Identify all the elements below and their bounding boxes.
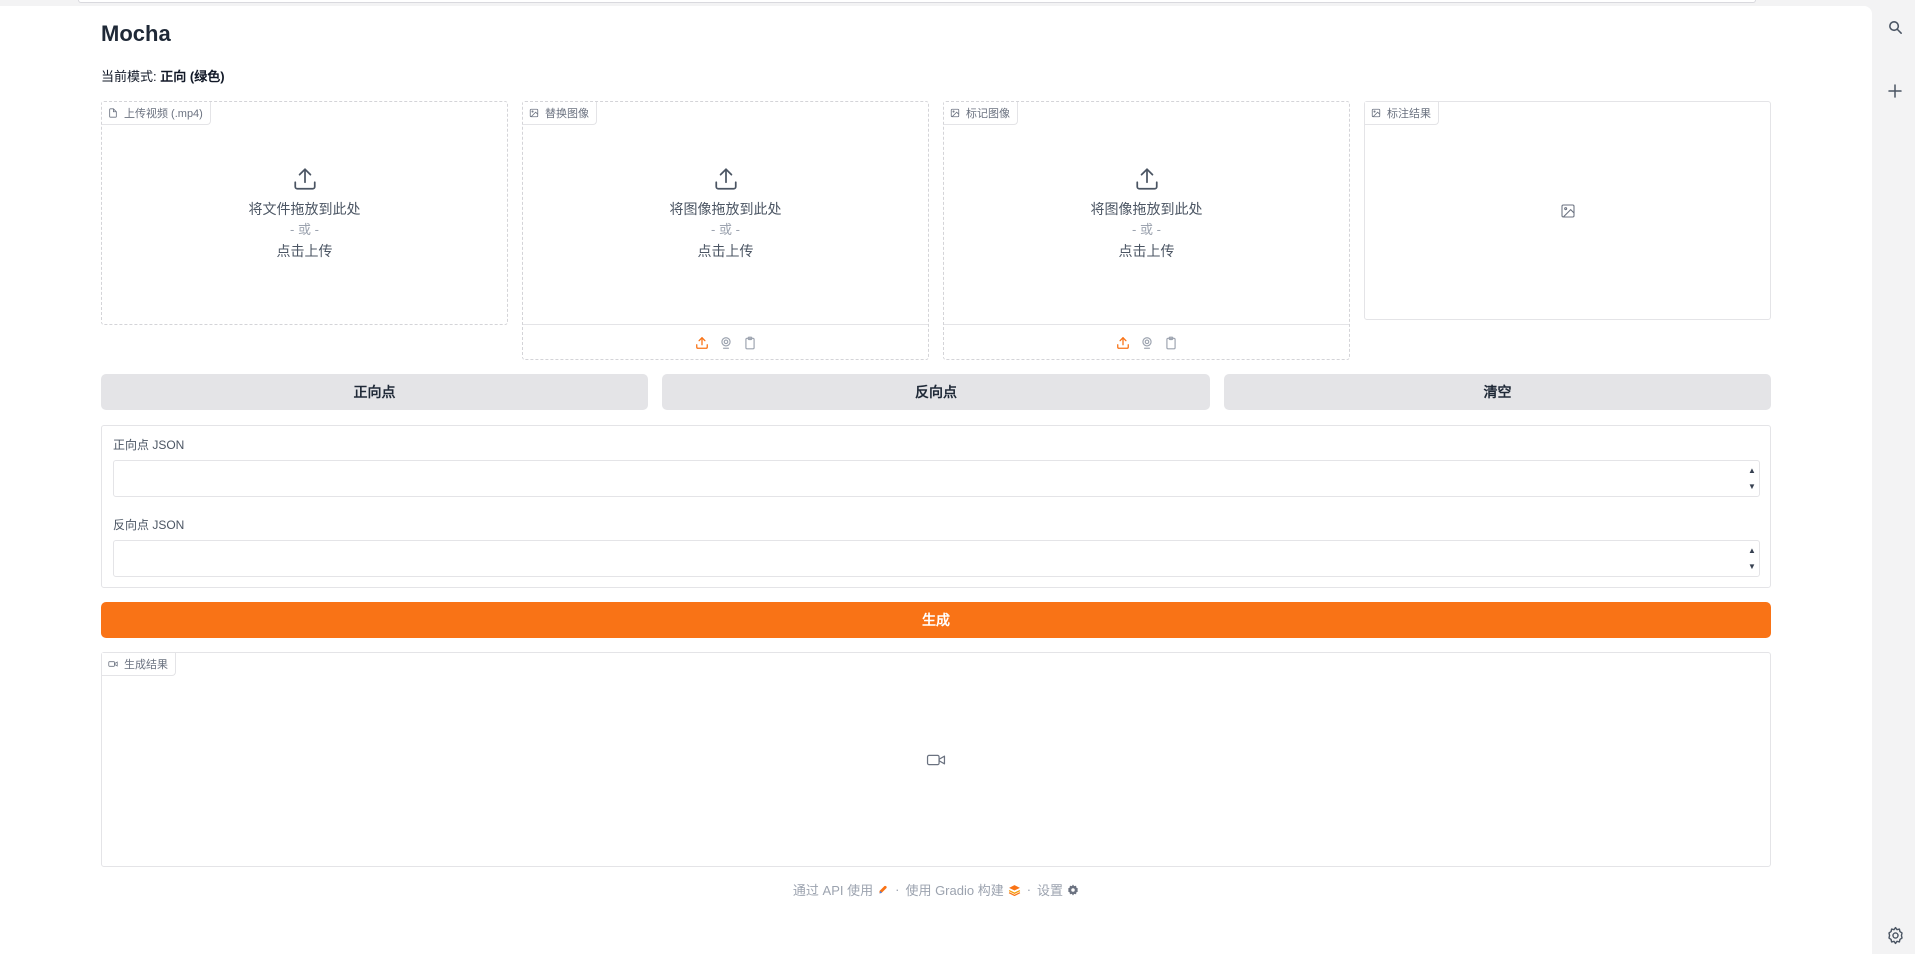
mark-image-label: 标记图像 — [944, 102, 1018, 125]
video-placeholder-icon — [926, 754, 946, 765]
image-source-toolbar — [944, 324, 1349, 360]
plus-icon[interactable] — [1884, 80, 1906, 102]
positive-point-button[interactable]: 正向点 — [101, 374, 648, 410]
settings-link[interactable]: 设置 — [1037, 880, 1079, 899]
mode-value: 正向 (绿色) — [160, 69, 225, 84]
video-upload-label: 上传视频 (.mp4) — [102, 102, 211, 125]
image-source-toolbar — [523, 324, 928, 360]
click-upload-text: 点击上传 — [276, 243, 333, 259]
or-text: - 或 - — [290, 222, 319, 237]
json-fields-panel: 正向点 JSON ▲ ▼ 反向点 JSON ▲ ▼ — [101, 425, 1771, 588]
upload-source-icon[interactable] — [694, 335, 710, 351]
or-text: - 或 - — [711, 222, 740, 237]
image-icon — [1371, 108, 1381, 118]
negative-json-spinner[interactable]: ▲ ▼ — [1747, 546, 1757, 572]
negative-json-label: 反向点 JSON — [113, 518, 185, 532]
replace-image-drop-zone[interactable]: 将图像拖放到此处 - 或 - 点击上传 — [523, 102, 928, 320]
video-icon — [108, 661, 118, 667]
mark-image-upload: 将图像拖放到此处 - 或 - 点击上传 标记图像 — [943, 101, 1350, 360]
webcam-icon[interactable] — [718, 335, 734, 351]
replace-image-label: 替换图像 — [523, 102, 597, 125]
clear-button[interactable]: 清空 — [1224, 374, 1771, 410]
rocket-icon — [879, 885, 887, 893]
annotation-result-label: 标注结果 — [1365, 102, 1439, 125]
upload-icon — [1135, 168, 1158, 190]
upload-icon — [293, 168, 316, 190]
output-video: 生成结果 — [101, 652, 1771, 867]
click-upload-text: 点击上传 — [1118, 243, 1175, 259]
replace-image-upload: 将图像拖放到此处 - 或 - 点击上传 替换图像 — [522, 101, 929, 360]
positive-json-input[interactable] — [113, 460, 1760, 497]
gradio-logo-icon — [1008, 884, 1020, 896]
app-container: Mocha 当前模式: 正向 (绿色) 将文件拖放到此处 - 或 - 点击上传 … — [0, 6, 1872, 954]
webcam-icon[interactable] — [1139, 335, 1155, 351]
search-icon[interactable] — [1884, 16, 1906, 38]
video-drop-zone[interactable]: 将文件拖放到此处 - 或 - 点击上传 — [102, 102, 507, 320]
image-icon — [950, 108, 960, 118]
positive-json-label: 正向点 JSON — [113, 438, 185, 452]
use-via-api-link[interactable]: 通过 API 使用 — [793, 880, 889, 899]
mode-prefix: 当前模式: — [101, 69, 157, 84]
click-upload-text: 点击上传 — [697, 243, 754, 259]
or-text: - 或 - — [1132, 222, 1161, 237]
drop-text: 将图像拖放到此处 — [669, 201, 782, 217]
gear-icon — [1067, 884, 1079, 895]
video-upload: 将文件拖放到此处 - 或 - 点击上传 上传视频 (.mp4) — [101, 101, 508, 325]
annotation-result: 标注结果 — [1364, 101, 1771, 320]
file-icon — [109, 108, 117, 118]
drop-text: 将图像拖放到此处 — [1090, 201, 1203, 217]
page-title: Mocha — [101, 21, 171, 46]
upload-source-icon[interactable] — [1115, 335, 1131, 351]
footer: 通过 API 使用 · 使用 Gradio 构建 · 设置 — [0, 880, 1872, 899]
drop-text: 将文件拖放到此处 — [248, 201, 361, 217]
clipboard-icon[interactable] — [1163, 335, 1179, 351]
negative-point-button[interactable]: 反向点 — [662, 374, 1210, 410]
positive-json-spinner[interactable]: ▲ ▼ — [1747, 466, 1757, 492]
mark-image-drop-zone[interactable]: 将图像拖放到此处 - 或 - 点击上传 — [944, 102, 1349, 320]
top-frame-strip — [78, 0, 1756, 3]
current-mode: 当前模式: 正向 (绿色) — [101, 66, 225, 85]
generate-button[interactable]: 生成 — [101, 602, 1771, 638]
output-video-label: 生成结果 — [102, 653, 176, 676]
settings-icon[interactable] — [1884, 924, 1906, 946]
right-sidebar-rail — [1874, 0, 1915, 954]
clipboard-icon[interactable] — [742, 335, 758, 351]
negative-json-input[interactable] — [113, 540, 1760, 577]
upload-icon — [714, 168, 737, 190]
image-placeholder-icon — [1560, 203, 1575, 218]
image-icon — [529, 108, 539, 118]
built-with-gradio-link[interactable]: 使用 Gradio 构建 — [905, 880, 1020, 899]
